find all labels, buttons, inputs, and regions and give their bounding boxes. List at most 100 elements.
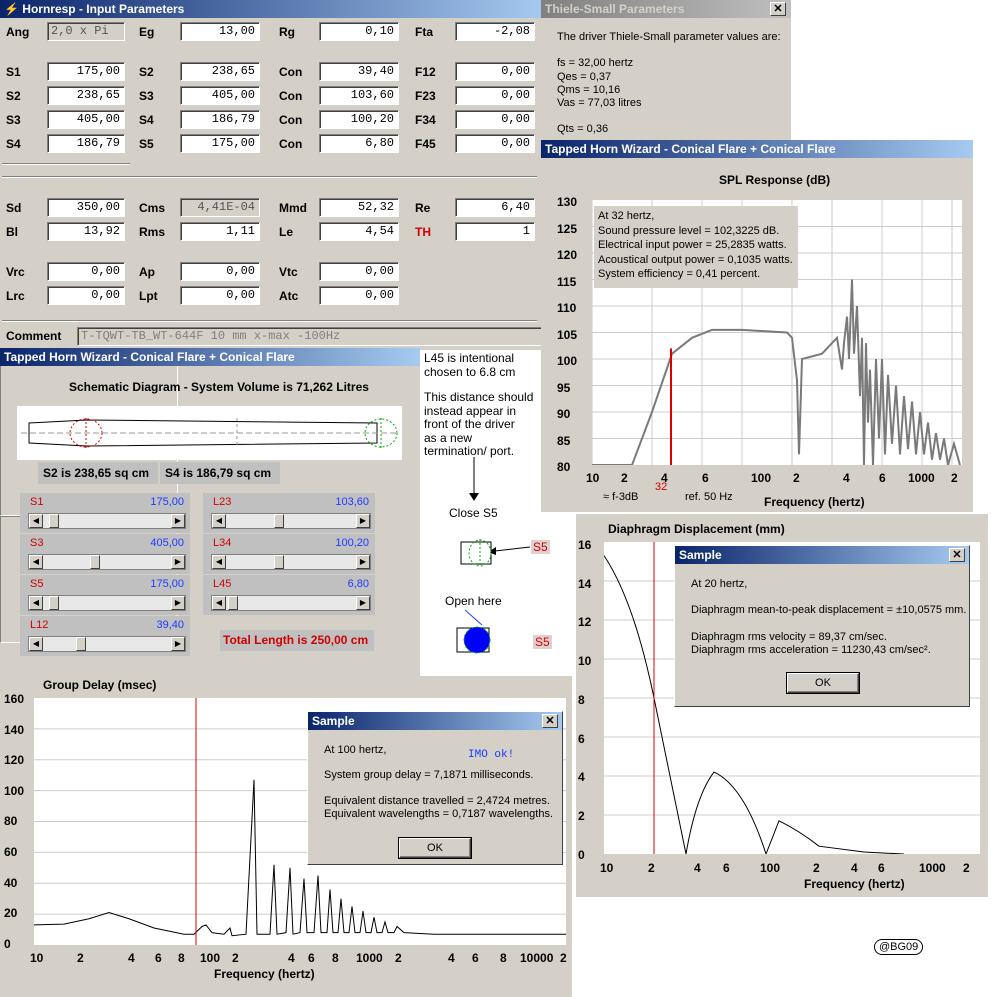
dialog-line: Diaphragm rms velocity = 89,37 cm/sec. — [691, 631, 887, 643]
right-arrow-icon[interactable]: ▶ — [356, 514, 370, 528]
annotation-note: L45 is intentional chosen to 6.8 cm This… — [424, 351, 544, 459]
param-label: Bl — [6, 225, 18, 239]
param-label: Vtc — [279, 265, 298, 279]
slider-thumb[interactable] — [48, 596, 59, 610]
param-field[interactable]: 0,00 — [455, 110, 535, 129]
slider-l34[interactable]: ◀ ▶ — [211, 554, 371, 570]
param-field[interactable]: 4,41E-04 — [180, 198, 260, 217]
tick-label: 2 — [232, 951, 239, 965]
gd-sample-dialog: Sample ✕ At 100 hertz, IMO ok! System gr… — [307, 711, 563, 865]
param-field[interactable]: 1 — [455, 222, 535, 241]
param-label: S2 — [6, 89, 21, 103]
param-field[interactable]: 4,54 — [319, 222, 399, 241]
param-field[interactable]: 13,92 — [47, 222, 125, 241]
param-label: Atc — [279, 289, 299, 303]
window-title: Tapped Horn Wizard - Conical Flare + Con… — [4, 350, 295, 364]
tick-label: 8 — [578, 692, 585, 707]
left-arrow-icon[interactable]: ◀ — [212, 555, 226, 569]
param-label: Sd — [6, 201, 22, 215]
param-field[interactable]: 238,65 — [180, 62, 260, 81]
left-arrow-icon[interactable]: ◀ — [29, 596, 43, 610]
param-field[interactable]: 238,65 — [47, 86, 125, 105]
slider-thumb[interactable] — [90, 555, 101, 569]
ok-button[interactable]: OK — [786, 672, 860, 694]
right-arrow-icon[interactable]: ▶ — [171, 596, 185, 610]
param-field[interactable]: 405,00 — [47, 110, 125, 129]
param-field[interactable]: 0,00 — [319, 262, 399, 281]
tick-label: 6 — [578, 731, 585, 746]
thiele-small-window: Thiele-Small Parameters ✕ The driver Thi… — [541, 0, 791, 142]
param-field[interactable]: 0,00 — [455, 134, 535, 153]
left-arrow-icon[interactable]: ◀ — [212, 596, 226, 610]
param-field[interactable]: 0,00 — [455, 86, 535, 105]
param-field[interactable]: 186,79 — [47, 134, 125, 153]
param-field[interactable]: 0,00 — [319, 286, 399, 305]
right-arrow-icon[interactable]: ▶ — [171, 555, 185, 569]
slider-thumb[interactable] — [274, 555, 284, 569]
param-field[interactable]: 13,00 — [180, 22, 260, 41]
close-icon[interactable]: ✕ — [949, 548, 965, 562]
param-field[interactable]: 186,79 — [180, 110, 260, 129]
ts-intro: The driver Thiele-Small parameter values… — [557, 31, 781, 43]
right-arrow-icon[interactable]: ▶ — [171, 514, 185, 528]
chart-title: Group Delay (msec) — [43, 678, 157, 692]
param-label: F12 — [415, 65, 436, 79]
param-field[interactable]: 405,00 — [180, 86, 260, 105]
param-field[interactable]: 2,0 x Pi — [47, 22, 125, 41]
param-field[interactable]: 350,00 — [47, 198, 125, 217]
right-arrow-icon[interactable]: ▶ — [356, 555, 370, 569]
slider-value: 175,00 — [150, 578, 184, 590]
param-field[interactable]: 175,00 — [47, 62, 125, 81]
comment-field[interactable]: T-TQWT-TB_WT-644F 10 mm x-max -100Hz — [77, 327, 545, 346]
param-field[interactable]: 103,60 — [319, 86, 399, 105]
tick-label: 10 — [586, 471, 600, 485]
slider-value: 39,40 — [156, 619, 184, 631]
ok-button[interactable]: OK — [398, 837, 472, 859]
right-arrow-icon[interactable]: ▶ — [356, 596, 370, 610]
slider-s5[interactable]: ◀ ▶ — [28, 595, 186, 611]
tick-label: 10 — [600, 861, 614, 875]
param-field[interactable]: 0,00 — [180, 262, 260, 281]
param-field[interactable]: 39,40 — [319, 62, 399, 81]
param-field[interactable]: 0,00 — [47, 286, 125, 305]
param-field[interactable]: 0,00 — [180, 286, 260, 305]
param-field[interactable]: 1,11 — [180, 222, 260, 241]
param-field[interactable]: 0,10 — [319, 22, 399, 41]
left-arrow-icon[interactable]: ◀ — [29, 514, 43, 528]
param-label: TH — [415, 225, 431, 239]
param-label: Con — [279, 137, 303, 151]
slider-l45[interactable]: ◀ ▶ — [211, 595, 371, 611]
param-field[interactable]: 0,00 — [47, 262, 125, 281]
param-label: S1 — [6, 65, 21, 79]
param-field[interactable]: 52,32 — [319, 198, 399, 217]
left-arrow-icon[interactable]: ◀ — [29, 555, 43, 569]
slider-thumb[interactable] — [76, 637, 87, 651]
tick-label: 6 — [702, 471, 709, 485]
param-field[interactable]: 175,00 — [180, 134, 260, 153]
close-icon[interactable]: ✕ — [770, 2, 786, 16]
slider-s3[interactable]: ◀ ▶ — [28, 554, 186, 570]
param-field[interactable]: 100,20 — [319, 110, 399, 129]
param-field[interactable]: 6,80 — [319, 134, 399, 153]
slider-value: 6,80 — [347, 578, 369, 590]
slider-l23[interactable]: ◀ ▶ — [211, 513, 371, 529]
dialog-line: Equivalent distance travelled = 2,4724 m… — [324, 795, 550, 807]
param-field[interactable]: -2,08 — [455, 22, 535, 41]
slider-thumb[interactable] — [274, 514, 284, 528]
window-title: Tapped Horn Wizard - Conical Flare + Con… — [545, 142, 836, 156]
slider-l12[interactable]: ◀ ▶ — [28, 636, 186, 652]
left-arrow-icon[interactable]: ◀ — [212, 514, 226, 528]
param-label: S2 — [139, 65, 154, 79]
slider-s1[interactable]: ◀ ▶ — [28, 513, 186, 529]
tick-label: 8 — [178, 951, 185, 965]
param-field[interactable]: 0,00 — [455, 62, 535, 81]
tick-label: 2 — [560, 951, 567, 965]
close-icon[interactable]: ✕ — [542, 714, 558, 728]
param-field[interactable]: 6,40 — [455, 198, 535, 217]
slider-thumb[interactable] — [228, 596, 239, 610]
slider-thumb[interactable] — [48, 514, 59, 528]
tick-label: 110 — [557, 301, 577, 315]
info-line: Acoustical output power = 0,1035 watts. — [598, 253, 793, 266]
right-arrow-icon[interactable]: ▶ — [171, 637, 185, 651]
left-arrow-icon[interactable]: ◀ — [29, 637, 43, 651]
